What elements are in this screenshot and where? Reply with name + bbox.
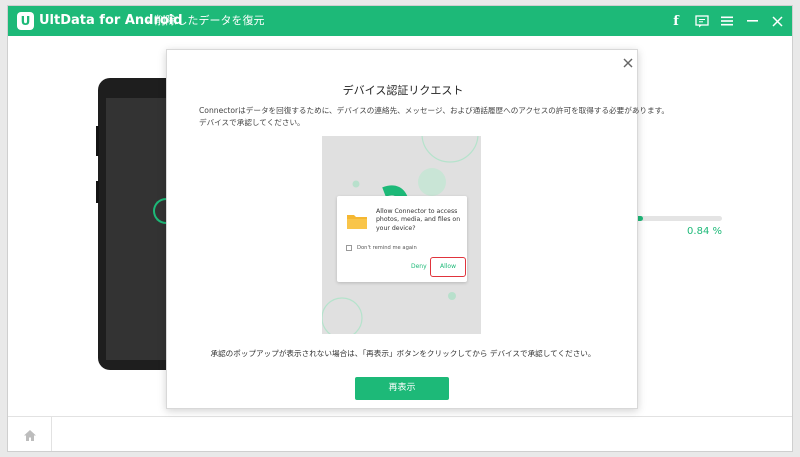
menu-icon[interactable] [716, 10, 738, 32]
permission-popup: Allow Connector to access photos, media,… [337, 196, 467, 282]
deny-button[interactable]: Deny [411, 263, 427, 271]
dialog-close-icon[interactable] [621, 55, 635, 69]
phone-side-button [96, 126, 99, 156]
app-subtitle: - 削除したデータを復元 [147, 14, 265, 27]
dont-remind-label: Don't remind me again [357, 245, 417, 251]
dont-remind-checkbox[interactable] [346, 245, 352, 251]
home-icon [23, 430, 36, 441]
phone-side-button [96, 181, 99, 203]
app-window: U UltData for Android - 削除したデータを復元 f 0.8… [7, 5, 793, 452]
dialog-note: 承認のポップアップが表示されない場合は、「再表示」ボタンをクリックしてから デバ… [210, 349, 596, 358]
dialog-title: デバイス認証リクエスト [342, 84, 464, 97]
close-icon[interactable] [766, 10, 788, 32]
dialog-description-line: Connectorはデータを回復するために、デバイスの連絡先、メッセージ、および… [199, 106, 670, 115]
bottom-bar [8, 416, 792, 451]
minimize-icon[interactable] [741, 10, 763, 32]
facebook-icon[interactable]: f [665, 10, 687, 32]
title-bar: U UltData for Android - 削除したデータを復元 f [8, 6, 792, 36]
redisplay-button[interactable]: 再表示 [355, 377, 449, 400]
progress-percent: 0.84 % [687, 226, 722, 237]
device-auth-dialog: デバイス認証リクエスト Connectorはデータを回復するために、デバイスの連… [166, 49, 670, 409]
folder-icon [347, 215, 367, 229]
app-logo: U [17, 12, 34, 30]
permission-illustration: Allow Connector to access photos, media,… [322, 136, 481, 334]
chat-icon[interactable] [691, 10, 713, 32]
progress-bar [636, 216, 722, 221]
home-button[interactable] [8, 417, 52, 451]
allow-button[interactable]: Allow [430, 257, 466, 277]
dialog-description: Connectorはデータを回復するために、デバイスの連絡先、メッセージ、および… [199, 105, 670, 129]
permission-message: Allow Connector to access photos, media,… [376, 208, 461, 232]
dialog-description-line: デバイスで承認してください。 [199, 118, 305, 127]
